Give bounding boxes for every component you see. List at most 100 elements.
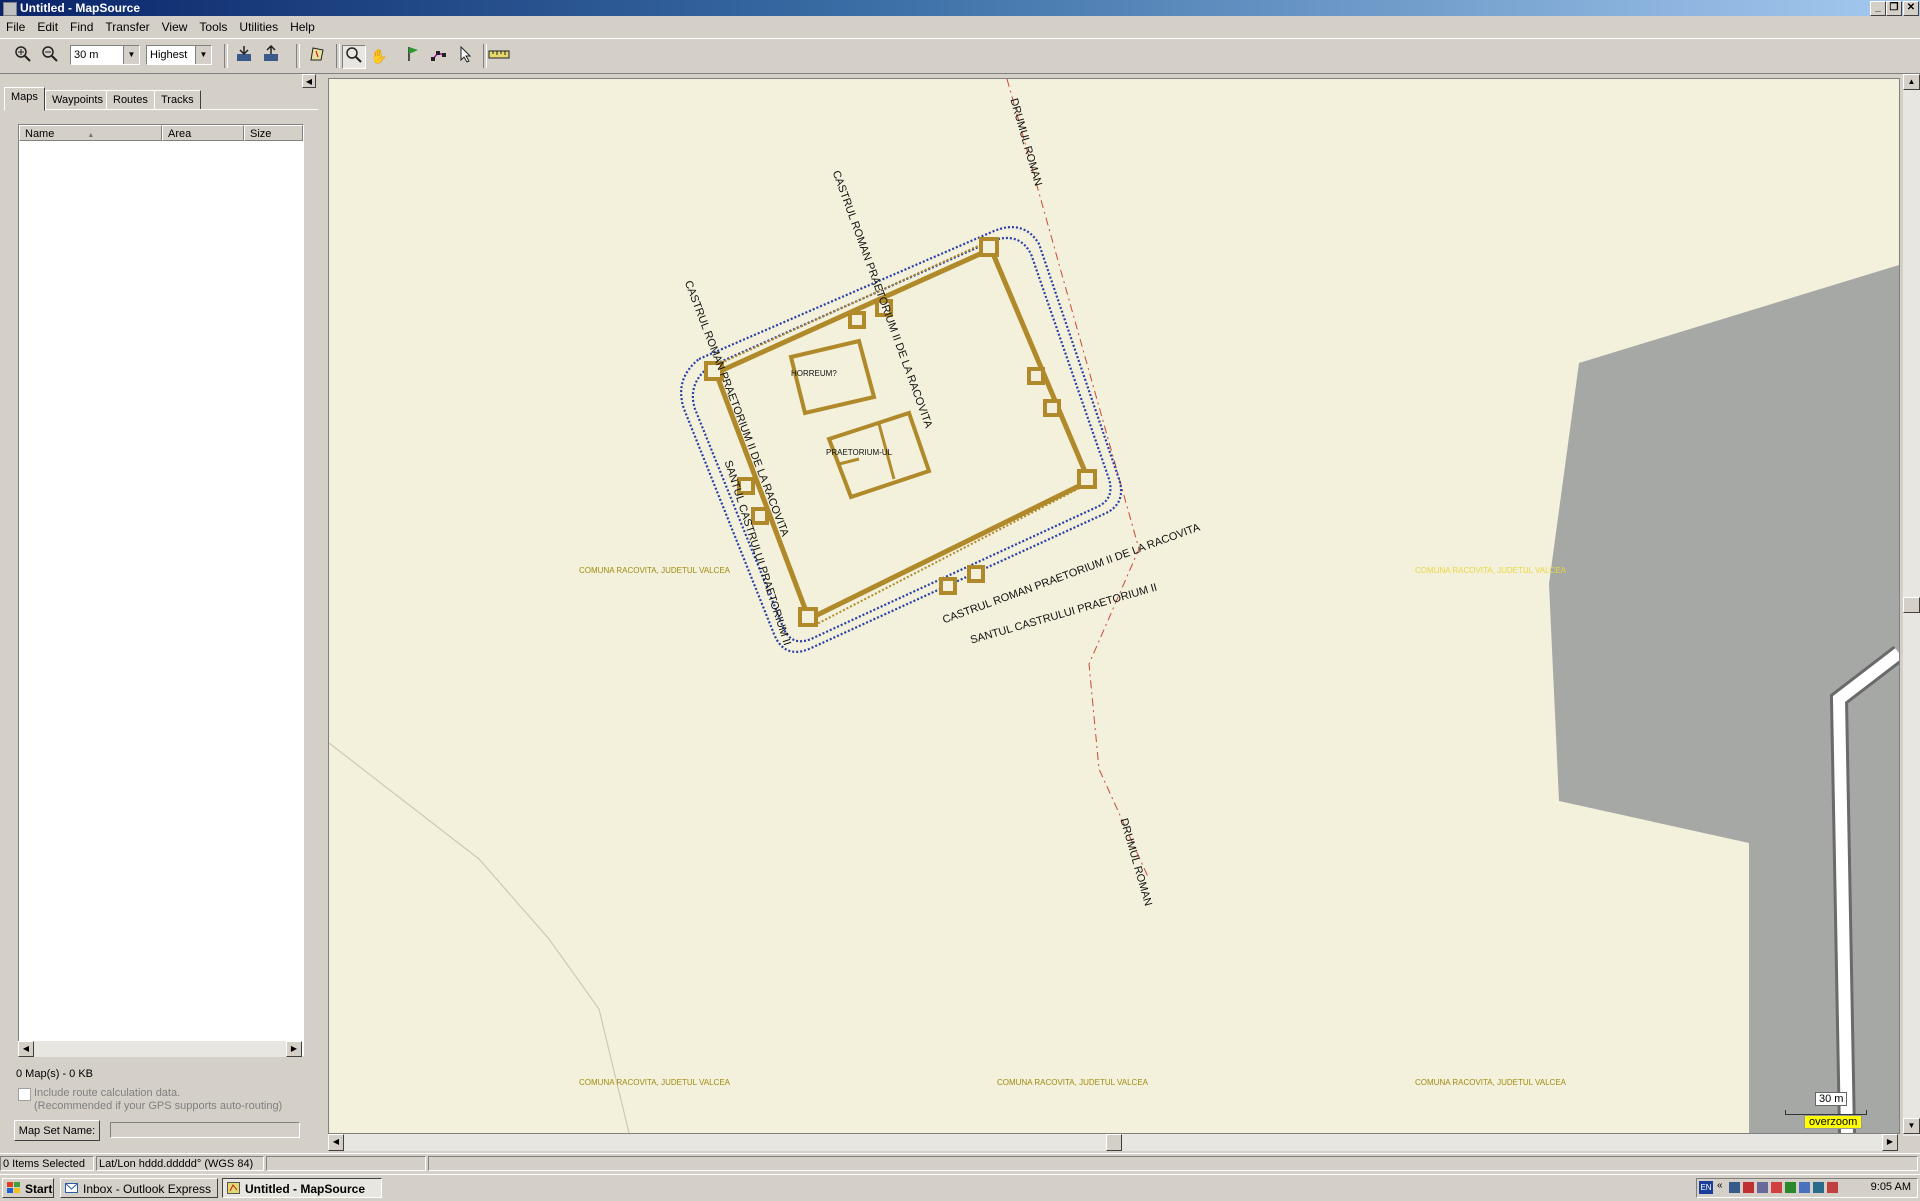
map-select-icon[interactable] xyxy=(306,45,328,67)
detail-level-value: Highest xyxy=(150,49,188,61)
column-header-name[interactable]: Name ▲ xyxy=(19,125,162,141)
status-extra xyxy=(266,1156,426,1171)
status-selection: 0 Items Selected xyxy=(0,1156,94,1171)
security-icon[interactable] xyxy=(1743,1182,1754,1193)
title-bar: Untitled - MapSource _ ❐ ✕ xyxy=(0,0,1920,16)
map-frame: DRUMUL ROMAN DRUMUL ROMAN HORREUM? PRAET… xyxy=(324,74,1920,1152)
area-label: COMUNA RACOVITA, JUDETUL VALCEA xyxy=(1415,566,1566,575)
mapsource-icon xyxy=(227,1182,240,1194)
selection-arrow-icon[interactable] xyxy=(454,45,476,67)
area-label: COMUNA RACOVITA, JUDETUL VALCEA xyxy=(997,1078,1148,1087)
menu-find[interactable]: Find xyxy=(64,17,99,37)
scroll-down-icon[interactable]: ▼ xyxy=(1903,1118,1920,1134)
clock[interactable]: 9:05 AM xyxy=(1871,1181,1911,1193)
network-icon[interactable] xyxy=(1729,1182,1740,1193)
horreum-label: HORREUM? xyxy=(791,369,837,378)
map-vertical-scrollbar[interactable]: ▲ ▼ xyxy=(1903,74,1920,1136)
minimize-button[interactable]: _ xyxy=(1870,1,1886,16)
column-header-area[interactable]: Area xyxy=(162,125,244,141)
maps-list-scrollbar[interactable]: ◀ ▶ xyxy=(18,1041,302,1057)
display-icon[interactable] xyxy=(1757,1182,1768,1193)
detail-level-select[interactable]: Highest ▼ xyxy=(146,45,212,65)
collapse-panel-button[interactable]: ◀ xyxy=(302,74,316,88)
tab-waypoints[interactable]: Waypoints xyxy=(45,90,110,110)
zoom-level-select[interactable]: 30 m ▼ xyxy=(70,45,140,65)
scroll-right-icon[interactable]: ▶ xyxy=(286,1041,302,1057)
menu-tools[interactable]: Tools xyxy=(193,17,233,37)
map-set-name-field[interactable] xyxy=(110,1122,300,1138)
area-label: COMUNA RACOVITA, JUDETUL VALCEA xyxy=(579,566,730,575)
app-icon[interactable] xyxy=(3,2,17,16)
column-header-size[interactable]: Size xyxy=(244,125,303,141)
scroll-left-icon[interactable]: ◀ xyxy=(328,1134,344,1151)
menu-bar: File Edit Find Transfer View Tools Utilities He… xyxy=(0,17,1920,37)
menu-file[interactable]: File xyxy=(0,17,31,37)
scroll-right-icon[interactable]: ▶ xyxy=(1882,1134,1898,1151)
sort-ascending-icon: ▲ xyxy=(87,132,95,139)
hand-icon[interactable]: ✋ xyxy=(368,45,390,67)
scroll-thumb[interactable] xyxy=(1106,1134,1122,1151)
route-data-label: Include route calculation data. xyxy=(34,1087,181,1099)
scroll-left-icon[interactable]: ◀ xyxy=(18,1041,34,1057)
map-svg xyxy=(329,79,1899,1133)
chevron-down-icon[interactable]: ▼ xyxy=(123,46,139,64)
start-button[interactable]: Start xyxy=(2,1178,54,1198)
overzoom-badge: overzoom xyxy=(1804,1115,1863,1129)
tab-tracks[interactable]: Tracks xyxy=(154,90,201,110)
alert-icon[interactable] xyxy=(1827,1182,1838,1193)
toolbar-separator xyxy=(483,44,487,68)
zoom-out-icon[interactable] xyxy=(39,45,61,67)
language-indicator[interactable]: EN xyxy=(1699,1181,1713,1194)
tab-maps[interactable]: Maps xyxy=(4,87,45,111)
tab-routes[interactable]: Routes xyxy=(106,90,155,110)
praetorium-label: PRAETORIUM-UL xyxy=(826,448,893,457)
maps-list[interactable]: Name ▲ Area Size xyxy=(18,124,304,1056)
window-title: Untitled - MapSource xyxy=(20,1,141,15)
close-button[interactable]: ✕ xyxy=(1903,1,1919,16)
scroll-up-icon[interactable]: ▲ xyxy=(1903,74,1920,90)
envelope-icon xyxy=(65,1183,78,1193)
windows-logo-icon xyxy=(7,1182,20,1193)
zoom-tool-icon[interactable] xyxy=(342,45,366,69)
volume-icon[interactable] xyxy=(1799,1182,1810,1193)
toolbar-separator xyxy=(296,44,300,68)
left-panel: ◀ Maps Waypoints Routes Tracks Name ▲ Ar… xyxy=(0,74,318,1152)
scroll-thumb[interactable] xyxy=(1903,597,1920,613)
measure-icon[interactable] xyxy=(488,45,510,67)
footpath-line xyxy=(329,742,630,1133)
menu-transfer[interactable]: Transfer xyxy=(99,17,155,37)
update-icon[interactable] xyxy=(1785,1182,1796,1193)
system-tray: EN « 9:05 AM xyxy=(1696,1178,1918,1198)
menu-view[interactable]: View xyxy=(156,17,194,37)
task-label: Untitled - MapSource xyxy=(245,1182,366,1196)
task-mapsource[interactable]: Untitled - MapSource xyxy=(222,1178,382,1198)
scale-label: 30 m xyxy=(1815,1092,1848,1106)
toolbar-separator xyxy=(224,44,228,68)
zoom-in-icon[interactable] xyxy=(12,45,34,67)
task-outlook-express[interactable]: Inbox - Outlook Express xyxy=(60,1178,218,1198)
toolbar: 30 m ▼ Highest ▼ ✋ xyxy=(0,38,1920,74)
receive-from-device-icon[interactable] xyxy=(233,45,255,67)
tray-expand-icon[interactable]: « xyxy=(1717,1180,1728,1191)
maps-summary: 0 Map(s) - 0 KB xyxy=(16,1068,94,1080)
area-label: COMUNA RACOVITA, JUDETUL VALCEA xyxy=(579,1078,730,1087)
status-panel xyxy=(428,1156,1918,1171)
restore-button[interactable]: ❐ xyxy=(1886,1,1902,16)
area-label: COMUNA RACOVITA, JUDETUL VALCEA xyxy=(1415,1078,1566,1087)
antivirus-icon[interactable] xyxy=(1771,1182,1782,1193)
route-tool-icon[interactable] xyxy=(428,45,450,67)
waypoint-tool-icon[interactable] xyxy=(402,45,424,67)
send-to-device-icon[interactable] xyxy=(260,44,282,67)
map-set-name-button[interactable]: Map Set Name: xyxy=(14,1120,100,1141)
menu-help[interactable]: Help xyxy=(284,17,321,37)
castrum-wall xyxy=(712,245,1093,623)
status-bar: 0 Items Selected Lat/Lon hddd.ddddd° (WG… xyxy=(0,1153,1920,1174)
connection-icon[interactable] xyxy=(1813,1182,1824,1193)
chevron-down-icon[interactable]: ▼ xyxy=(195,46,211,64)
menu-edit[interactable]: Edit xyxy=(31,17,64,37)
map-horizontal-scrollbar[interactable]: ◀ ▶ xyxy=(328,1134,1898,1151)
route-data-checkbox[interactable] xyxy=(18,1088,31,1101)
menu-utilities[interactable]: Utilities xyxy=(233,17,284,37)
map-canvas[interactable]: DRUMUL ROMAN DRUMUL ROMAN HORREUM? PRAET… xyxy=(328,78,1900,1134)
task-label: Inbox - Outlook Express xyxy=(83,1182,212,1196)
